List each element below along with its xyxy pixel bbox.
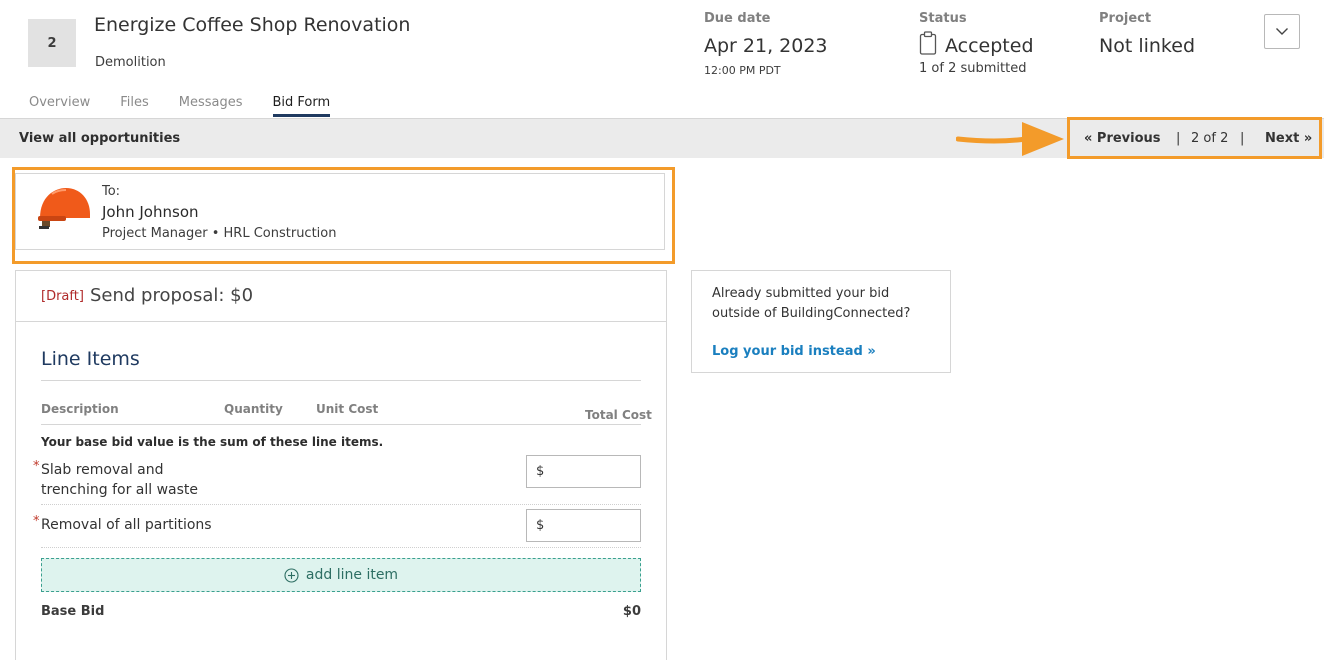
next-button[interactable]: Next » [1265,131,1312,146]
project-label: Project [1099,11,1152,26]
column-header-unit-cost: Unit Cost [316,402,379,416]
recipient-name: John Johnson [102,203,199,221]
log-bid-prompt: Already submitted your bid outside of Bu… [712,286,911,321]
hard-hat-icon [38,188,90,229]
log-bid-link[interactable]: Log your bid instead » [712,344,876,359]
project-trade: Demolition [95,55,166,70]
arrow-annotation-icon [956,122,1064,156]
clipboard-icon [919,31,937,55]
project-link-status: Not linked [1099,35,1196,57]
recipient-role: Project Manager • HRL Construction [102,226,337,241]
tab-overview[interactable]: Overview [29,95,90,117]
add-line-item-button[interactable]: add line item [41,558,641,592]
divider [41,380,641,381]
due-date-value: Apr 21, 2023 [704,35,828,57]
chevron-down-icon [1276,28,1288,35]
log-bid-card: Already submitted your bid outside of Bu… [691,270,951,373]
base-bid-label: Base Bid [41,604,105,619]
line-item-total-input[interactable] [526,455,641,488]
plus-circle-icon [284,567,299,583]
project-title: Energize Coffee Shop Renovation [94,14,411,36]
pager-count: 2 of 2 [1191,130,1229,146]
status-value: Accepted [945,35,1034,57]
draft-tag: [Draft] [41,289,84,304]
line-item-label: Removal of all partitions [41,517,212,533]
line-item-label: Slab removal and trenching for all waste [41,460,198,500]
add-line-item-label: add line item [305,567,399,583]
submitted-count: 1 of 2 submitted [919,61,1027,76]
column-header-description: Description [41,402,119,416]
line-item-label-line: Slab removal and [41,462,164,478]
status-label: Status [919,11,967,26]
line-item-label-line: trenching for all waste [41,482,199,498]
line-items-title: Line Items [41,348,140,370]
actions-dropdown-button[interactable] [1264,14,1300,49]
previous-button[interactable]: « Previous [1084,131,1161,146]
tab-bid-form[interactable]: Bid Form [272,95,331,117]
proposal-header: [Draft] Send proposal: $0 [16,271,666,322]
column-header-total-cost: Total Cost [585,408,652,422]
project-number-badge: 2 [28,19,76,67]
tab-bar: Overview Files Messages Bid Form [29,95,360,117]
opportunity-pager: « Previous | 2 of 2 | Next » [1067,117,1322,159]
required-marker: * [33,514,40,529]
line-item-total-input[interactable] [526,509,641,542]
tab-messages[interactable]: Messages [179,95,243,117]
send-proposal-title: Send proposal: $0 [90,285,254,306]
column-header-quantity: Quantity [224,402,283,416]
row-divider [41,547,641,548]
view-all-opportunities-link[interactable]: View all opportunities [19,131,180,146]
tab-files[interactable]: Files [120,95,149,117]
to-label: To: [102,184,121,199]
pager-separator: | [1176,130,1181,146]
pager-separator: | [1240,130,1245,146]
required-marker: * [33,459,40,474]
due-date-label: Due date [704,11,771,26]
base-bid-value: $0 [622,604,641,619]
row-divider [41,504,641,505]
due-time-value: 12:00 PM PDT [704,64,781,77]
divider [41,424,641,425]
base-bid-note: Your base bid value is the sum of these … [41,435,384,449]
